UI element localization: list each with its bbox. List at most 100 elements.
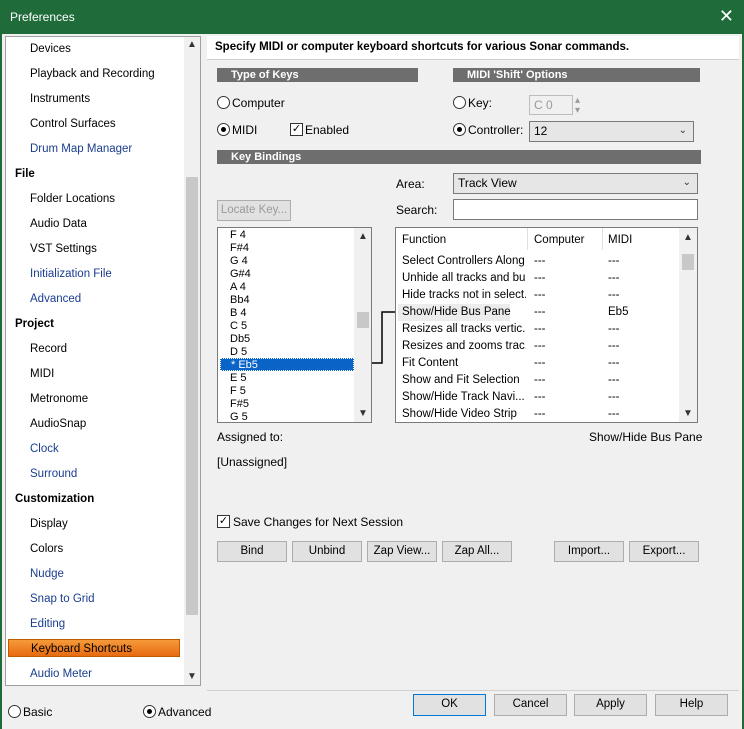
scroll-down-icon[interactable]: ▼ xyxy=(187,671,197,682)
chevron-down-icon: ⌄ xyxy=(678,125,687,136)
key-radio[interactable] xyxy=(453,96,466,109)
column-header-computer[interactable]: Computer xyxy=(534,234,585,246)
table-cell-computer: --- xyxy=(534,255,546,267)
sidebar-item-keyboard-shortcuts[interactable]: Keyboard Shortcuts xyxy=(8,639,180,657)
page-header: Specify MIDI or computer keyboard shortc… xyxy=(207,36,739,60)
apply-button[interactable]: Apply xyxy=(574,694,647,716)
table-cell-function[interactable]: Show/Hide Bus Pane xyxy=(402,304,526,321)
list-item[interactable]: G 5 xyxy=(230,411,248,422)
controller-select[interactable]: 12 ⌄ xyxy=(529,121,694,142)
unbind-button[interactable]: Unbind xyxy=(292,541,362,562)
table-cell-function[interactable]: Select Controllers Along ... xyxy=(402,253,526,270)
sidebar-item-folder-locations[interactable]: Folder Locations xyxy=(30,190,115,208)
sidebar-item-initialization-file[interactable]: Initialization File xyxy=(30,265,112,283)
table-cell-computer: --- xyxy=(534,272,546,284)
sidebar-item-midi[interactable]: MIDI xyxy=(30,365,54,383)
sidebar-item-display[interactable]: Display xyxy=(30,515,68,533)
sidebar-item-control-surfaces[interactable]: Control Surfaces xyxy=(30,115,116,133)
computer-radio[interactable] xyxy=(217,96,230,109)
chevron-down-icon: ⌄ xyxy=(682,177,691,188)
list-item[interactable]: E 5 xyxy=(230,372,247,385)
list-item[interactable]: Bb4 xyxy=(230,294,250,307)
scroll-down-icon[interactable]: ▼ xyxy=(683,408,693,419)
cancel-button[interactable]: Cancel xyxy=(494,694,567,716)
key-field[interactable]: C 0 xyxy=(529,95,573,115)
scroll-down-icon[interactable]: ▼ xyxy=(358,408,368,419)
type-of-keys-header: Type of Keys xyxy=(217,68,418,82)
midi-radio[interactable] xyxy=(217,123,230,136)
save-changes-checkbox[interactable]: ✓ xyxy=(217,515,230,528)
sidebar-item-audio-data[interactable]: Audio Data xyxy=(30,215,87,233)
list-item[interactable]: F 4 xyxy=(230,229,246,242)
sidebar-item-audiosnap[interactable]: AudioSnap xyxy=(30,415,86,433)
list-item[interactable]: F#5 xyxy=(230,398,249,411)
sidebar-item-audio-meter[interactable]: Audio Meter xyxy=(30,665,92,683)
list-item[interactable]: F 5 xyxy=(230,385,246,398)
enabled-label: Enabled xyxy=(305,123,350,137)
list-item[interactable]: G#4 xyxy=(230,268,251,281)
controller-radio[interactable] xyxy=(453,123,466,136)
key-bindings-header: Key Bindings xyxy=(217,150,701,164)
table-cell-function[interactable]: Show and Fit Selection xyxy=(402,372,526,389)
keys-list[interactable]: F 4 F#4 G 4 G#4 A 4 Bb4 B 4 C 5 Db5 D 5 … xyxy=(217,227,372,423)
export-button[interactable]: Export... xyxy=(629,541,699,562)
assigned-to-label: Assigned to: xyxy=(217,430,284,444)
table-cell-function[interactable]: Show/Hide Track Navi... xyxy=(402,389,526,406)
area-select[interactable]: Track View ⌄ xyxy=(453,173,698,194)
scroll-up-icon[interactable]: ▲ xyxy=(358,231,368,242)
zap-view-button[interactable]: Zap View... xyxy=(367,541,437,562)
bind-button[interactable]: Bind xyxy=(217,541,287,562)
table-scroll-thumb[interactable] xyxy=(682,254,694,270)
sidebar-item-nudge[interactable]: Nudge xyxy=(30,565,64,583)
advanced-radio[interactable] xyxy=(143,705,156,718)
enabled-checkbox[interactable]: ✓ xyxy=(290,123,303,136)
list-item[interactable]: C 5 xyxy=(230,320,247,333)
sidebar-item-advanced[interactable]: Advanced xyxy=(30,290,81,308)
table-cell-function[interactable]: Show/Hide Video Strip xyxy=(402,406,526,422)
sidebar-item-playback-recording[interactable]: Playback and Recording xyxy=(30,65,155,83)
sidebar-item-colors[interactable]: Colors xyxy=(30,540,63,558)
list-item[interactable]: G 4 xyxy=(230,255,248,268)
midi-label: MIDI xyxy=(232,123,258,137)
table-cell-function[interactable]: Hide tracks not in select... xyxy=(402,287,526,304)
sidebar-item-devices[interactable]: Devices xyxy=(30,40,71,58)
basic-radio[interactable] xyxy=(8,705,21,718)
sidebar-item-vst-settings[interactable]: VST Settings xyxy=(30,240,97,258)
sidebar-item-instruments[interactable]: Instruments xyxy=(30,90,90,108)
column-header-function[interactable]: Function xyxy=(402,234,446,246)
ok-button[interactable]: OK xyxy=(413,694,486,716)
table-cell-computer: --- xyxy=(534,340,546,352)
locate-key-button[interactable]: Locate Key... xyxy=(217,200,291,221)
divider xyxy=(207,690,739,691)
key-spin-down-icon[interactable]: ▾ xyxy=(575,105,580,116)
list-item[interactable]: B 4 xyxy=(230,307,247,320)
keys-scroll-thumb[interactable] xyxy=(357,312,369,328)
table-cell-function[interactable]: Unhide all tracks and bu... xyxy=(402,270,526,287)
column-divider xyxy=(527,228,528,250)
list-item-selected[interactable]: * Eb5 xyxy=(220,358,354,371)
scroll-up-icon[interactable]: ▲ xyxy=(683,232,693,243)
search-input[interactable] xyxy=(453,199,698,220)
import-button[interactable]: Import... xyxy=(554,541,624,562)
list-item[interactable]: Db5 xyxy=(230,333,250,346)
sidebar-item-editing[interactable]: Editing xyxy=(30,615,65,633)
close-icon[interactable]: ✕ xyxy=(719,6,734,26)
sidebar-item-drum-map-manager[interactable]: Drum Map Manager xyxy=(30,140,132,158)
sidebar-item-snap-to-grid[interactable]: Snap to Grid xyxy=(30,590,95,608)
zap-all-button[interactable]: Zap All... xyxy=(442,541,512,562)
sidebar-item-clock[interactable]: Clock xyxy=(30,440,59,458)
sidebar-item-metronome[interactable]: Metronome xyxy=(30,390,88,408)
list-item[interactable]: A 4 xyxy=(230,281,246,294)
table-cell-midi: --- xyxy=(608,272,620,284)
scroll-up-icon[interactable]: ▲ xyxy=(187,39,197,50)
column-header-midi[interactable]: MIDI xyxy=(608,234,632,246)
sidebar-item-surround[interactable]: Surround xyxy=(30,465,77,483)
list-item[interactable]: F#4 xyxy=(230,242,249,255)
sidebar-scroll-thumb[interactable] xyxy=(186,177,198,615)
function-table[interactable]: Function Computer MIDI Select Controller… xyxy=(395,227,698,423)
table-cell-function[interactable]: Fit Content xyxy=(402,355,526,372)
help-button[interactable]: Help xyxy=(655,694,728,716)
sidebar-item-record[interactable]: Record xyxy=(30,340,67,358)
table-cell-function[interactable]: Resizes all tracks vertic... xyxy=(402,321,526,338)
table-cell-function[interactable]: Resizes and zooms trac... xyxy=(402,338,526,355)
